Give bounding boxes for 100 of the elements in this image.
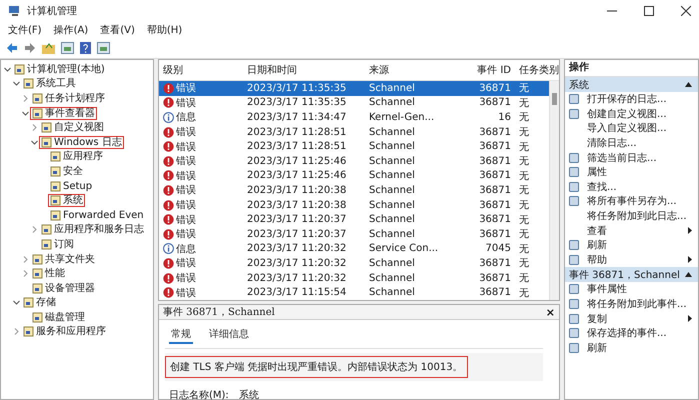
tree-item[interactable]: 系统工具 xyxy=(21,77,78,90)
table-cell-text: 2023/3/17 11:25:46 xyxy=(246,170,348,182)
table-cell-text: 2023/3/17 11:34:47 xyxy=(246,112,348,123)
tree-item[interactable]: 计算机管理(本地) xyxy=(12,62,107,76)
action-link[interactable]: 将任务附加到此事件... xyxy=(587,297,692,312)
tree-item[interactable]: Forwarded Even xyxy=(48,208,146,222)
column-header[interactable]: 事件 ID xyxy=(455,63,515,77)
table-row[interactable]: 错误 2023/3/17 11:20:38 Schannel 36871 无 xyxy=(159,198,549,212)
action-link[interactable]: 查看 xyxy=(587,224,688,238)
level-text: 错误 xyxy=(176,214,196,227)
action-link[interactable]: 将任务附加到此日志... xyxy=(587,209,692,224)
expander-icon[interactable] xyxy=(22,110,30,117)
tab[interactable]: 常规 xyxy=(169,326,193,344)
maximize-icon[interactable] xyxy=(644,6,654,16)
level-text: 信息 xyxy=(176,110,196,124)
action-link[interactable]: 导入自定义视图... xyxy=(587,121,692,136)
close-button[interactable]: × xyxy=(546,306,555,318)
menu-item[interactable]: 帮助(H) xyxy=(146,23,182,37)
action-link[interactable]: 打开保存的日志... xyxy=(587,92,692,106)
tree-item[interactable]: 磁盘管理 xyxy=(30,310,87,324)
field-value: 系统 xyxy=(239,388,259,400)
action-link[interactable]: 清除日志... xyxy=(587,136,692,150)
column-header[interactable]: 任务类别 xyxy=(515,63,559,77)
table-row[interactable]: 错误 2023/3/17 11:35:35 Schannel 36871 无 xyxy=(159,96,549,110)
tree-item[interactable]: 系统 xyxy=(48,194,85,208)
action-link[interactable]: 保存选择的事件... xyxy=(587,326,692,340)
tree-item[interactable]: 任务计划程序 xyxy=(30,92,107,105)
tree-item[interactable]: 设备管理器 xyxy=(30,282,97,295)
table-row[interactable]: 错误 2023/3/17 11:20:37 Schannel 36871 无 xyxy=(159,212,549,227)
table-row[interactable]: 错误 2023/3/17 11:20:37 Schannel 36871 无 xyxy=(159,226,549,242)
table-cell-text: Schannel xyxy=(368,141,416,152)
action-link[interactable]: 将所有事件另存为... xyxy=(587,194,692,208)
expander-icon[interactable] xyxy=(4,66,12,73)
tree-item[interactable]: 应用程序和服务日志 xyxy=(39,223,146,236)
action-link[interactable]: 刷新 xyxy=(587,238,692,252)
collapse-icon[interactable] xyxy=(685,272,692,278)
column-header[interactable]: 日期和时间 xyxy=(243,63,365,77)
table-cell-text: Schannel xyxy=(368,272,416,284)
tree-item[interactable]: 共享文件夹 xyxy=(30,252,97,266)
tree-item[interactable]: 事件查看器 xyxy=(30,106,97,120)
action-link[interactable]: 筛选当前日志... xyxy=(587,150,692,165)
table-row[interactable]: 信息 2023/3/17 11:20:32 Service Con... 7045 无 xyxy=(159,242,549,256)
table-cell-text: 无 xyxy=(518,126,530,140)
section-header[interactable]: 事件 36871，Schannel xyxy=(565,267,698,282)
column-header[interactable]: 级别 xyxy=(159,63,243,77)
table-row[interactable]: 错误 2023/3/17 11:25:46 Schannel 36871 无 xyxy=(159,154,549,169)
tab[interactable]: 详细信息 xyxy=(207,326,251,344)
table-cell-text: 无 xyxy=(518,96,530,110)
table-cell-text: 2023/3/17 11:28:51 xyxy=(246,141,348,152)
tree-item[interactable]: Setup xyxy=(48,180,94,193)
tree-item[interactable]: 订阅 xyxy=(39,238,76,251)
pane-icon[interactable] xyxy=(97,42,110,54)
close-icon[interactable] xyxy=(681,6,691,16)
table-row[interactable]: 错误 2023/3/17 11:28:51 Schannel 36871 无 xyxy=(159,139,549,154)
tree-item[interactable]: 自定义视图 xyxy=(39,121,106,134)
expander-icon[interactable] xyxy=(13,80,21,88)
section-header[interactable]: 系统 xyxy=(565,77,698,92)
folder-up-icon[interactable] xyxy=(42,42,55,54)
table-cell-text: Service Con... xyxy=(368,243,440,254)
table-row[interactable]: 错误 2023/3/17 11:20:32 Schannel 36871 无 xyxy=(159,270,549,286)
back-arrow-icon[interactable] xyxy=(6,42,18,54)
expander-icon[interactable] xyxy=(13,299,21,306)
submenu-arrow-icon[interactable] xyxy=(688,315,692,322)
action-link[interactable]: 复制 xyxy=(587,312,688,326)
menu-item[interactable]: 查看(V) xyxy=(100,23,135,37)
action-link[interactable]: 查找... xyxy=(587,180,692,194)
action-link[interactable]: 刷新 xyxy=(587,340,692,355)
tree-item[interactable]: 安全 xyxy=(48,164,85,178)
table-row[interactable]: 错误 2023/3/17 11:25:46 Schannel 36871 无 xyxy=(159,168,549,184)
menu-item[interactable]: 操作(A) xyxy=(54,23,88,37)
table-row[interactable]: 错误 2023/3/17 11:15:54 Schannel 36871 无 xyxy=(159,285,549,300)
table-row[interactable]: 错误 2023/3/17 11:20:32 Schannel 36871 无 xyxy=(159,256,549,271)
tree-item[interactable]: 性能 xyxy=(30,267,67,280)
menu-item[interactable]: 文件(F) xyxy=(8,23,42,37)
collapse-icon[interactable] xyxy=(685,82,692,87)
table-row[interactable]: 错误 2023/3/17 11:28:51 Schannel 36871 无 xyxy=(159,124,549,140)
table-row[interactable]: 信息 2023/3/17 11:34:47 Kernel-Gen... 16 无 xyxy=(159,110,549,125)
submenu-arrow-icon[interactable] xyxy=(688,256,692,264)
table-cell-text: 无 xyxy=(518,286,530,300)
table-row[interactable]: 错误 2023/3/17 11:20:38 Schannel 36871 无 xyxy=(159,183,549,198)
submenu-arrow-icon[interactable] xyxy=(688,227,692,234)
pane-icon[interactable] xyxy=(61,42,74,54)
action-link[interactable]: 事件属性 xyxy=(587,282,692,296)
tree-item[interactable]: 服务和应用程序 xyxy=(21,325,108,338)
action-link[interactable]: 帮助 xyxy=(587,252,688,267)
column-header[interactable]: 来源 xyxy=(365,63,455,77)
level-text: 错误 xyxy=(176,140,196,154)
forward-arrow-icon[interactable] xyxy=(24,42,36,54)
table-cell-text: 无 xyxy=(518,82,530,96)
help-icon[interactable] xyxy=(80,42,91,54)
expander-icon[interactable] xyxy=(31,138,39,146)
tree-item[interactable]: 存储 xyxy=(21,296,58,310)
table-cell-text: 36871 xyxy=(478,170,512,182)
action-link[interactable]: 创建自定义视图... xyxy=(587,106,692,121)
table-row[interactable]: 错误 2023/3/17 11:35:35 Schannel 36871 无 xyxy=(159,81,549,96)
tree-item[interactable]: 应用程序 xyxy=(48,150,105,164)
table-cell-text: 2023/3/17 11:20:38 xyxy=(246,200,348,211)
action-link[interactable]: 属性 xyxy=(587,165,692,180)
scrollbar[interactable] xyxy=(549,81,559,300)
tree-item[interactable]: Windows 日志 xyxy=(39,136,124,149)
